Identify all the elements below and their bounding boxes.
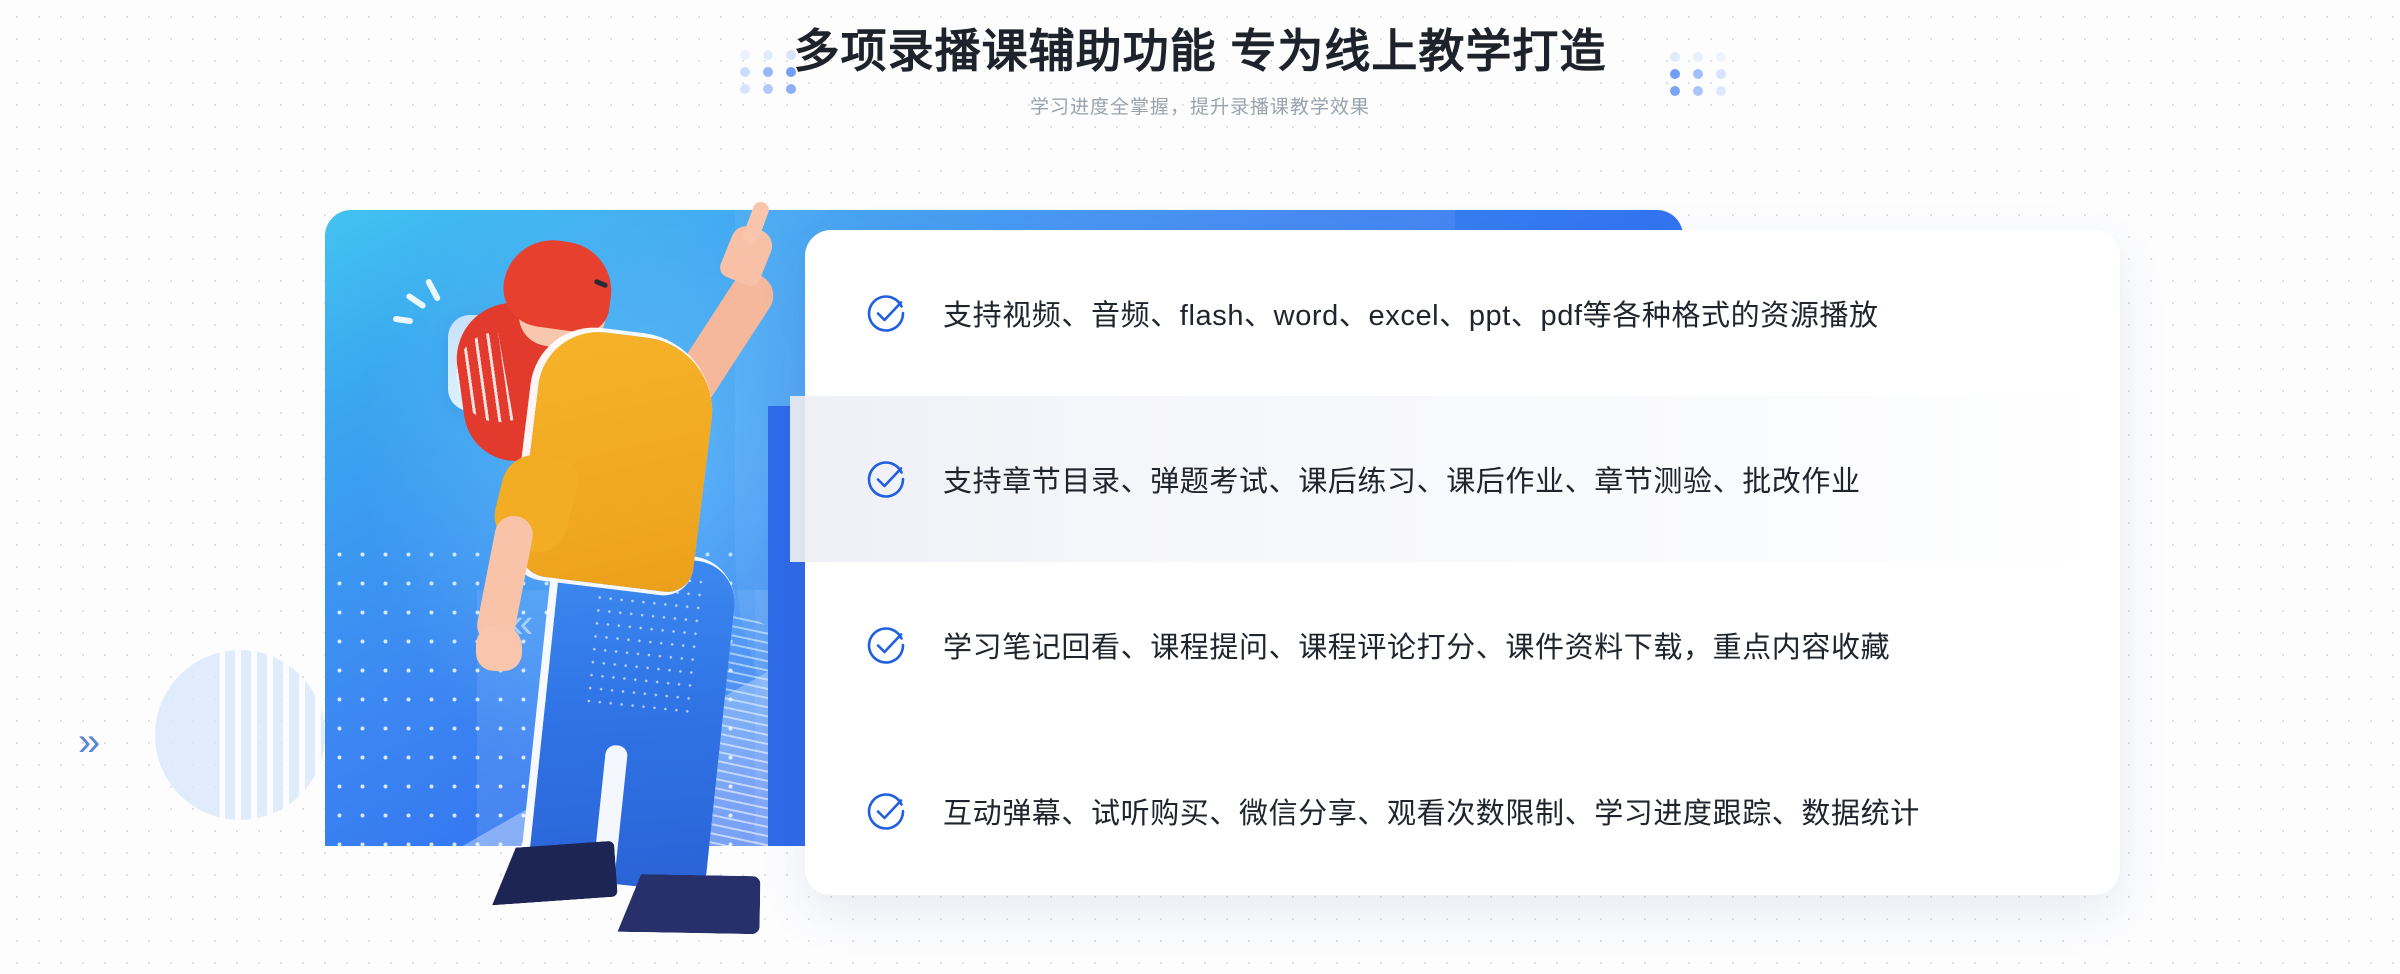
- person-lower-hand: [476, 625, 522, 671]
- check-circle-icon: [865, 458, 907, 500]
- list-item-label: 支持章节目录、弹题考试、课后练习、课后作业、章节测验、批改作业: [943, 466, 1861, 498]
- list-item[interactable]: 支持章节目录、弹题考试、课后练习、课后作业、章节测验、批改作业: [805, 396, 2120, 562]
- chevron-double-right-icon: »: [78, 720, 101, 764]
- list-item[interactable]: 互动弹幕、试听购买、微信分享、观看次数限制、学习进度跟踪、数据统计: [805, 728, 2120, 894]
- page-root: 多项录播课辅助功能 专为线上教学打造 学习进度全掌握，提升录播课教学效果 » «: [0, 0, 2400, 974]
- list-item-label: 学习笔记回看、课程提问、课程评论打分、课件资料下载，重点内容收藏: [943, 632, 1891, 664]
- list-item-label: 互动弹幕、试听购买、微信分享、观看次数限制、学习进度跟踪、数据统计: [943, 798, 1920, 830]
- person-shoe-left: [488, 841, 618, 906]
- person-shoe-right: [618, 874, 761, 934]
- check-circle-icon: [865, 624, 907, 666]
- hero-composition: » « 支持视频、音频、flash、word、excel、ppt、pdf等各种格…: [0, 0, 2400, 974]
- sparkle-line-icon: [405, 292, 427, 310]
- sparkle-line-icon: [392, 315, 414, 325]
- feature-list: 支持视频、音频、flash、word、excel、ppt、pdf等各种格式的资源…: [805, 230, 2120, 895]
- list-item[interactable]: 支持视频、音频、flash、word、excel、ppt、pdf等各种格式的资源…: [805, 230, 2120, 396]
- check-circle-icon: [865, 292, 907, 334]
- feature-card: 支持视频、音频、flash、word、excel、ppt、pdf等各种格式的资源…: [805, 230, 2120, 895]
- check-circle-icon: [865, 790, 907, 832]
- list-item-label: 支持视频、音频、flash、word、excel、ppt、pdf等各种格式的资源…: [943, 300, 1879, 332]
- list-item[interactable]: 学习笔记回看、课程提问、课程评论打分、课件资料下载，重点内容收藏: [805, 562, 2120, 728]
